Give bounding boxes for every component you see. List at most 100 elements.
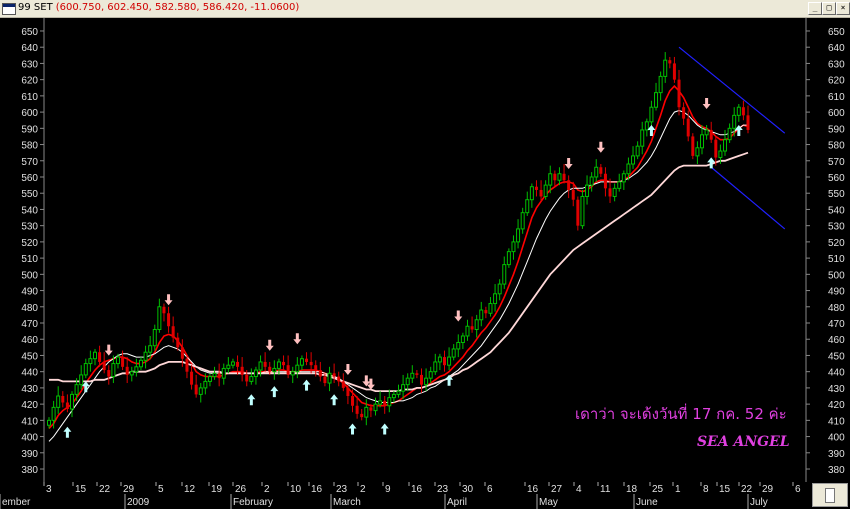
candle-body-down [691, 136, 695, 156]
y-tick-label-left: 600 [21, 108, 38, 119]
candle-body-down [286, 365, 290, 375]
y-tick-label-right: 500 [828, 270, 845, 281]
candle-body-up [594, 166, 599, 178]
y-tick-label-right: 540 [828, 205, 845, 216]
x-tick-label: 16 [411, 484, 423, 495]
candle-body-down [61, 396, 65, 403]
candle-body-down [576, 199, 580, 226]
candle-body-down [171, 326, 175, 338]
y-tick-label-right: 570 [828, 157, 845, 168]
y-tick-label-right: 450 [828, 351, 845, 362]
y-tick-label-left: 490 [21, 287, 38, 298]
candle-body-up [525, 199, 530, 214]
candle-body-down [245, 374, 249, 382]
candle-body-down [121, 357, 125, 367]
month-label: July [750, 497, 768, 508]
y-tick-label-left: 380 [21, 465, 38, 476]
candle-body-down [567, 180, 571, 190]
candle-body-up [649, 106, 654, 123]
candle-body-up [727, 127, 732, 141]
y-tick-label-right: 430 [828, 384, 845, 395]
candle-body-up [718, 150, 723, 159]
candle-body-down [263, 361, 267, 367]
candle-body-up [663, 59, 668, 77]
window-icon[interactable] [2, 3, 16, 15]
maximize-button[interactable]: □ [822, 2, 836, 15]
y-tick-label-left: 540 [21, 205, 38, 216]
candle-body-up [580, 195, 585, 227]
candle-body-up [433, 361, 438, 373]
y-tick-label-left: 480 [21, 303, 38, 314]
candle-body-down [309, 361, 313, 366]
candle-body-up [272, 367, 277, 373]
symbol-name: 99 SET [18, 2, 53, 13]
annotation-prediction: เดาว่า จะเด้งวันที่ 17 กค. 52 ค่ะ [575, 403, 787, 423]
candle-body-up [157, 306, 162, 330]
candle-body-up [373, 403, 378, 412]
candle-body-down [282, 361, 286, 366]
x-tick-label: 15 [719, 484, 731, 495]
candle-body-up [79, 374, 84, 386]
y-tick-label-left: 500 [21, 270, 38, 281]
x-tick-label: 8 [703, 484, 709, 495]
y-tick-label-right: 580 [828, 141, 845, 152]
candle-body-up [589, 176, 594, 186]
y-tick-label-right: 530 [828, 222, 845, 233]
y-tick-label-right: 490 [828, 287, 845, 298]
minimize-button[interactable]: _ [808, 2, 822, 15]
candle-body-up [253, 369, 258, 378]
candle-body-up [258, 361, 263, 371]
x-tick-label: 2 [264, 484, 270, 495]
price-chart[interactable]: 380 380 390 390 400 400 410 410 420 420 430 430 440 4… [0, 18, 850, 482]
candle-body-up [198, 387, 203, 395]
candle-body-down [341, 381, 345, 388]
x-tick-label: 3 [46, 484, 52, 495]
candle-body-down [369, 407, 373, 411]
candle-body-down [125, 366, 129, 375]
candle-body-up [152, 328, 157, 347]
candle-body-up [276, 361, 281, 369]
candle-body-up [401, 384, 406, 392]
candle-body-down [236, 361, 240, 367]
y-tick-label-left: 440 [21, 368, 38, 379]
candle-body-down [332, 373, 336, 377]
y-tick-label-left: 550 [21, 189, 38, 200]
y-tick-label-left: 560 [21, 173, 38, 184]
candle-body-up [221, 367, 226, 379]
candle-body-up [428, 371, 433, 379]
horizontal-scrollbar[interactable] [812, 483, 848, 507]
candle-body-up [83, 363, 88, 376]
candle-body-down [677, 79, 681, 108]
x-tick-label: 9 [385, 484, 391, 495]
candle-body-down [682, 107, 686, 119]
y-tick-label-right: 440 [828, 368, 845, 379]
candle-body-down [190, 371, 194, 385]
candle-body-up [129, 371, 134, 376]
y-tick-label-right: 460 [828, 335, 845, 346]
month-label: February [233, 497, 273, 508]
candle-body-up [447, 356, 452, 366]
close-button[interactable]: × [836, 2, 850, 15]
candle-body-up [626, 163, 631, 175]
candle-body-up [520, 212, 525, 230]
y-tick-label-left: 510 [21, 254, 38, 265]
candle-body-down [360, 413, 364, 418]
candle-body-up [424, 377, 429, 386]
time-axis: 3 15 22 29 5 12 19 26 2 10 16 23 2 9 16 23 30 6 16 27 4 11 18 2… [0, 482, 850, 509]
chart-window: 99 SET (600.750, 602.450, 582.580, 586.42… [0, 0, 850, 509]
candle-body-up [111, 363, 116, 378]
y-tick-label-right: 620 [828, 76, 845, 87]
candle-body-up [516, 228, 521, 243]
x-tick-label: 2 [360, 484, 366, 495]
candle-body-down [167, 313, 171, 327]
candle-body-down [305, 358, 309, 362]
candle-body-up [249, 376, 254, 382]
y-tick-label-right: 380 [828, 465, 845, 476]
y-tick-label-right: 630 [828, 59, 845, 70]
title-bar[interactable]: 99 SET (600.750, 602.450, 582.580, 586.42… [0, 0, 850, 18]
x-tick-label: 12 [184, 484, 196, 495]
candle-body-down [562, 173, 566, 181]
y-tick-label-right: 600 [828, 108, 845, 119]
candle-body-down [603, 173, 607, 189]
candle-body-up [391, 393, 396, 399]
